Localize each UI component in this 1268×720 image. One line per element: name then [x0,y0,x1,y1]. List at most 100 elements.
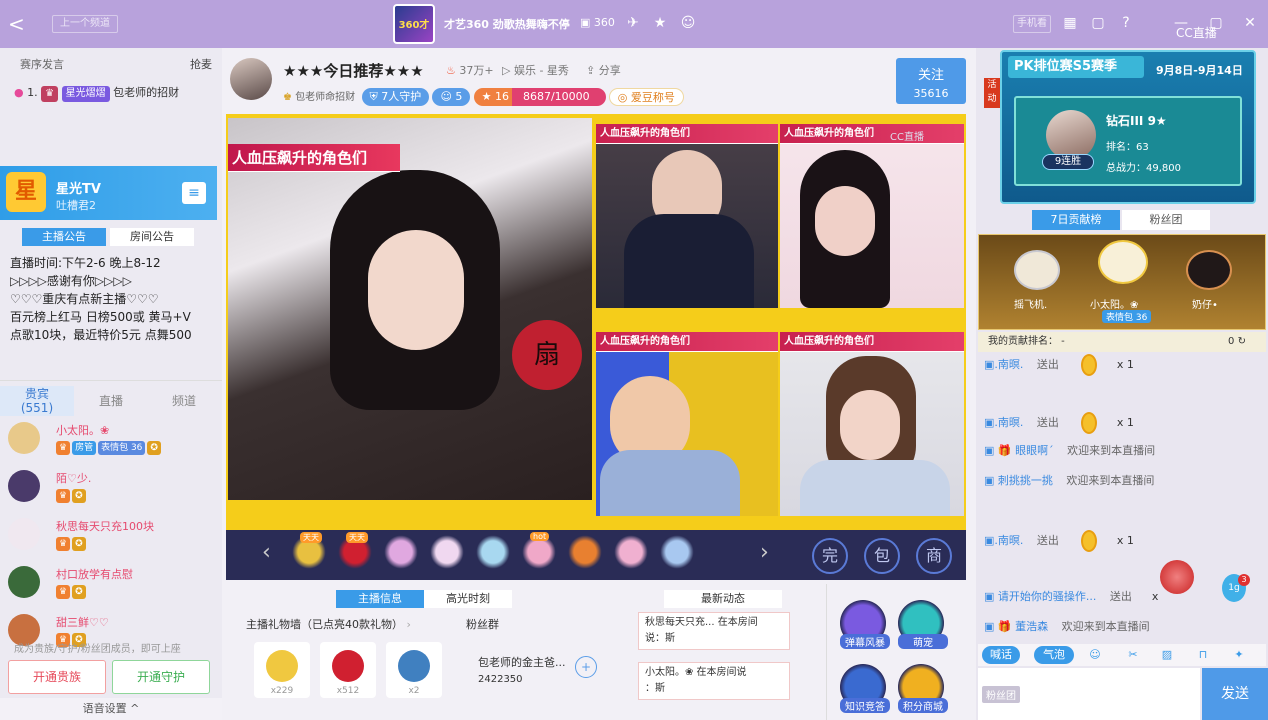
gift-next-icon[interactable]: › [760,540,769,565]
open-guard-button[interactable]: 开通守护 [112,660,210,694]
chat-user[interactable]: ▣ 🎁 董浩森 [984,620,1048,633]
fan-group-title[interactable]: 粉丝群 [466,616,499,632]
wall-gift-count: x229 [270,686,294,696]
chat-user[interactable]: ▣ 请开始你的骚操作... [984,590,1096,603]
chat-user[interactable]: ▣.南暝. [984,534,1023,547]
latest-news-tab[interactable]: 最新动态 [664,590,782,608]
emoji-icon[interactable]: ☺ [1086,646,1104,664]
wall-gift[interactable]: x512 [320,642,376,698]
bag-icon[interactable]: 包 [864,538,900,574]
open-noble-button[interactable]: 开通贵族 [8,660,106,694]
wall-gift[interactable]: x229 [254,642,310,698]
lock-icon[interactable]: ⊓ [1194,646,1212,664]
gift-item[interactable] [476,534,510,574]
news-item[interactable]: 小太阳。❀ 在本房间说 ：斯 [638,662,790,700]
user-list-item[interactable]: 村口放学有点慰 ♛ ✪ [8,564,218,614]
tab-vip[interactable]: 贵宾 (551) [0,386,74,416]
gift-item[interactable] [384,534,418,574]
gift-item[interactable] [614,534,648,574]
video-cell-1-suit [624,214,754,308]
gift-item[interactable]: 天天 [338,532,372,574]
tab-fan-group[interactable]: 粉丝团 [1122,210,1210,230]
gift-item[interactable]: 天天 [292,532,326,574]
help-icon[interactable]: ? [1117,14,1135,32]
fans-pill[interactable]: ☺ 5 [432,88,471,106]
mobile-view-button[interactable]: 手机看 [1013,15,1051,33]
feature-button[interactable]: 知识竞答 [840,664,890,713]
news-item[interactable]: 秋思每天只充... 在本房间 说：斯 [638,612,790,650]
chat-user[interactable]: ▣.南暝. [984,358,1023,371]
tab-anchor-notice[interactable]: 主播公告 [22,228,106,246]
contributor-1-avatar[interactable] [1098,240,1148,284]
back-icon[interactable]: < [8,12,28,36]
chat-row[interactable]: ▣ 刺挑挑一挑 欢迎来到本直播间 [984,472,1154,488]
refresh-icon[interactable]: ↻ [1238,336,1246,347]
grab-mic-button[interactable]: 抢麦 [190,56,212,72]
feature-button[interactable]: 萌宠 [898,600,948,649]
tab-anchor-info[interactable]: 主播信息 [336,590,424,608]
settings-icon[interactable]: ✦ [1230,646,1248,664]
gift-item[interactable] [430,534,464,574]
gift-wall-title[interactable]: 主播礼物墙（已点亮40款礼物） › [246,616,411,632]
chat-user[interactable]: ▣.南暝. [984,416,1023,429]
channel-logo: 360才艺 [393,4,435,71]
star-icon[interactable]: ★ [651,14,669,32]
finish-icon[interactable]: 完 [812,538,848,574]
tab-highlights[interactable]: 高光时刻 [424,590,512,608]
window-icon[interactable]: ▢ [1089,14,1107,32]
chat-row[interactable]: ▣.南暝. 送出 x 1 [984,354,1134,376]
menu-icon[interactable]: ≡ [182,182,206,204]
chat-row[interactable]: ▣.南暝. 送出 x 1 [984,412,1134,434]
gift-item[interactable] [660,534,694,574]
chat-user[interactable]: ▣ 🎁 眼眼啊´ [984,444,1054,457]
love-title-pill[interactable]: ◎ 爱豆称号 [608,88,684,106]
share-button[interactable]: ⇪ 分享 [586,62,621,78]
chat-user[interactable]: ▣ 刺挑挑一挑 [984,474,1053,487]
level-icon: ♛ [56,488,71,503]
feature-button[interactable]: 弹幕风暴 [840,600,890,649]
chat-row[interactable]: ▣ 请开始你的骚操作... 送出 x [984,588,1158,604]
users-icon[interactable]: ☺ [679,14,697,32]
host-avatar[interactable] [230,58,272,100]
wall-gift-count: x2 [408,686,420,696]
contributor-3-avatar[interactable] [1186,250,1232,290]
tab-live[interactable]: 直播 [74,386,148,416]
add-icon[interactable]: + [575,656,597,678]
scissors-icon[interactable]: ✂ [1124,646,1142,664]
image-icon[interactable]: ▨ [1158,646,1176,664]
previous-channel-button[interactable]: 上一个频道 [52,15,118,33]
rank-entry[interactable]: ● 1. ♛ 星光熠熠 包老师的招财 [14,84,179,102]
contributor-2-avatar[interactable] [1014,250,1060,290]
tab-7day-contribution[interactable]: 7日贡献榜 [1032,210,1120,230]
category-link[interactable]: ▷ 娱乐 - 星秀 [502,62,569,78]
tab-room-notice[interactable]: 房间公告 [110,228,194,246]
gift-item[interactable] [568,534,602,574]
shop-icon[interactable]: 商 [916,538,952,574]
medal-icon: ✪ [147,440,161,455]
grid-icon[interactable]: ▦ [1061,14,1079,32]
user-list-item[interactable]: 秋思每天只充100块 ♛ ✪ [8,516,218,566]
user-list-item[interactable]: 陌♡少. ♛ ✪ [8,468,218,518]
close-icon[interactable]: ✕ [1241,14,1259,32]
bubble-button[interactable]: 气泡 [1034,646,1074,664]
plane-icon[interactable]: ✈ [624,14,642,32]
gift-item[interactable]: hot [522,532,556,574]
send-button[interactable]: 发送 [1202,668,1268,720]
follow-button[interactable]: 关注 35616 [896,58,966,104]
activity-tag[interactable]: 活动 [984,78,1000,108]
user-list-item[interactable]: 小太阳。❀ ♛ 房管 表情包 36 ✪ [8,420,218,470]
coin-gift-icon [1080,530,1097,552]
gift-prev-icon[interactable]: ‹ [262,540,271,565]
chat-quantity: x [1151,590,1159,603]
wall-gift[interactable]: x2 [386,642,442,698]
chat-row[interactable]: ▣ 🎁 董浩森 欢迎来到本直播间 [984,618,1150,634]
shout-button[interactable]: 喊话 [982,646,1020,664]
fan-group-label: 粉丝团 [982,686,1020,703]
level-pill[interactable]: ★ 16 8687/10000 [473,88,606,106]
chat-row[interactable]: ▣.南暝. 送出 x 1 [984,530,1134,552]
tab-channel[interactable]: 频道 [148,386,220,416]
guard-pill[interactable]: ⛨ 7人守护 [361,88,430,106]
voice-settings-button[interactable]: 语音设置 ^ [0,698,222,720]
chat-row[interactable]: ▣ 🎁 眼眼啊´ 欢迎来到本直播间 [984,442,1155,458]
feature-button[interactable]: 积分商城 [898,664,948,713]
